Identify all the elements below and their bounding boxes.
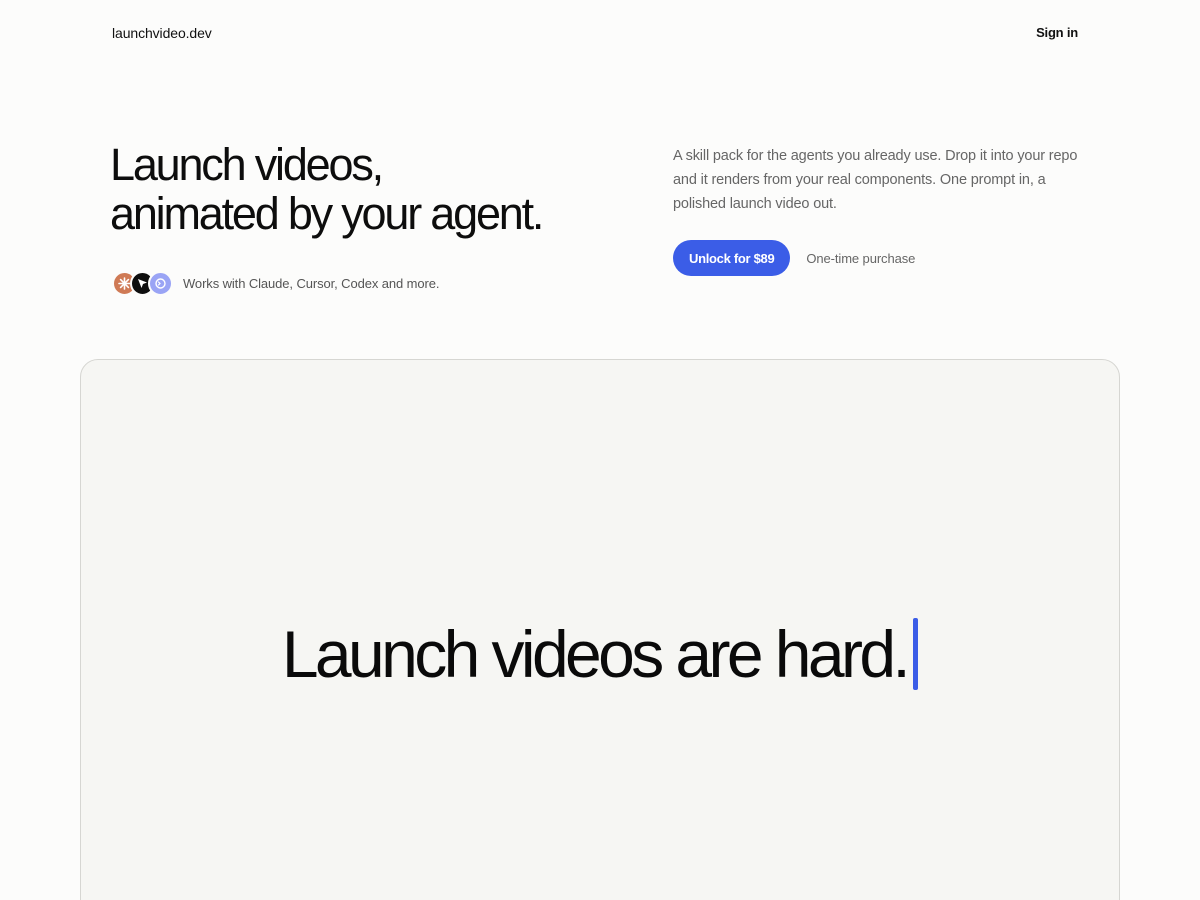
- cta-row: Unlock for $89 One-time purchase: [673, 240, 915, 276]
- brand-logo-link[interactable]: launchvideo.dev: [112, 25, 212, 41]
- hero-title-line-2: animated by your agent.: [110, 188, 544, 239]
- video-headline-row: Launch videos are hard.: [81, 618, 1119, 690]
- one-time-purchase-note: One-time purchase: [806, 250, 916, 266]
- hero-description: A skill pack for the agents you already …: [673, 148, 1078, 212]
- agent-compatibility: Works with Claude, Cursor, Codex and mor…: [112, 270, 440, 296]
- works-with-text: Works with Claude, Cursor, Codex and mor…: [183, 275, 440, 291]
- codex-icon: [148, 270, 173, 296]
- agent-icon-stack: [112, 270, 173, 296]
- video-headline: Launch videos are hard.: [281, 617, 911, 691]
- typing-caret: [913, 618, 919, 690]
- video-preview[interactable]: Launch videos are hard.: [80, 359, 1120, 900]
- landing-page: launchvideo.dev Sign in Launch videos, a…: [0, 0, 1200, 900]
- hero-title-line-1: Launch videos,: [110, 139, 384, 190]
- unlock-button[interactable]: Unlock for $89: [673, 240, 791, 276]
- hero-title: Launch videos, animated by your agent.: [110, 140, 630, 238]
- sign-in-link[interactable]: Sign in: [1036, 25, 1078, 40]
